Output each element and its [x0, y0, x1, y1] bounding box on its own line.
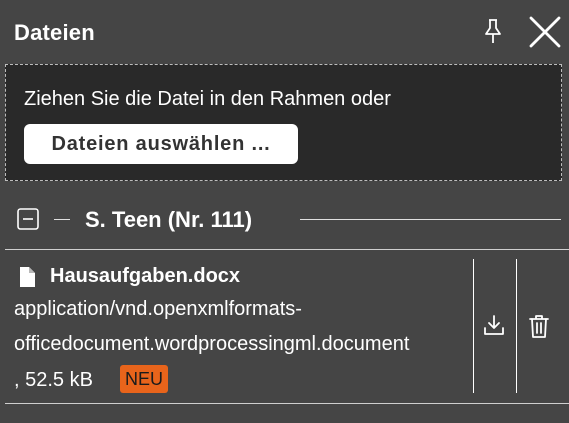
file-mime-type-continued: officedocument.wordprocessingml.document — [14, 333, 410, 355]
file-icon — [19, 267, 35, 287]
close-icon[interactable] — [527, 14, 563, 50]
row-divider-top — [5, 249, 569, 250]
delete-icon[interactable] — [527, 313, 551, 339]
download-icon[interactable] — [482, 313, 506, 339]
panel-title: Dateien — [14, 20, 95, 45]
file-size: , 52.5 kB — [14, 369, 93, 391]
file-name[interactable]: Hausaufgaben.docx — [50, 265, 240, 288]
new-badge: NEU — [120, 365, 169, 393]
minus-square-icon[interactable] — [17, 208, 39, 230]
row-divider-bottom — [5, 403, 569, 404]
action-divider-left — [473, 259, 474, 393]
select-files-button[interactable]: Dateien auswählen ... — [24, 124, 298, 164]
pin-icon[interactable] — [481, 17, 505, 45]
group-divider-right — [300, 219, 561, 220]
file-mime-type: application/vnd.openxmlformats- — [14, 298, 302, 320]
group-header: S. Teen (Nr. 111) — [0, 196, 569, 246]
group-divider-left — [54, 219, 70, 220]
file-dropzone[interactable]: Ziehen Sie die Datei in den Rahmen oder … — [5, 64, 562, 181]
panel-header: Dateien — [0, 0, 569, 60]
dropzone-text: Ziehen Sie die Datei in den Rahmen oder — [24, 88, 391, 110]
action-divider-right — [516, 259, 517, 393]
group-name: S. Teen (Nr. 111) — [85, 207, 253, 232]
file-item: Hausaufgaben.docx application/vnd.openxm… — [14, 258, 472, 398]
